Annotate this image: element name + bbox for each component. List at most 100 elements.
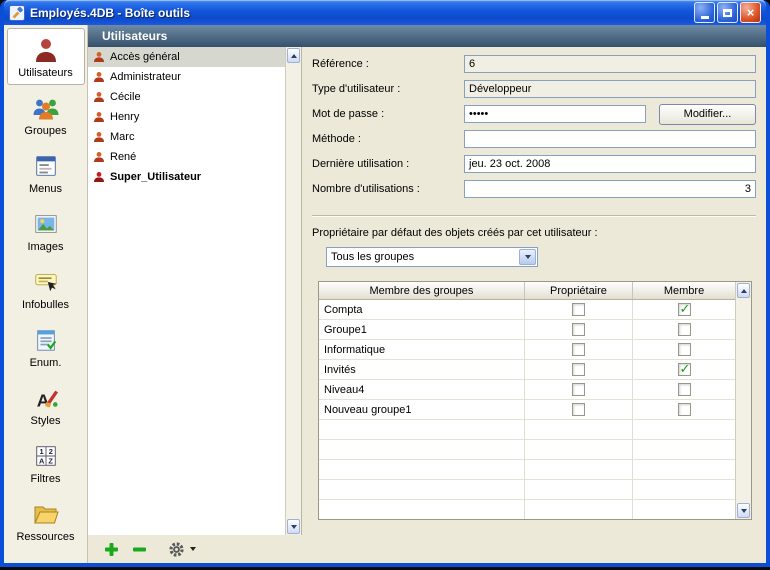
panel-title: Utilisateurs: [102, 29, 167, 43]
combo-dropdown-button[interactable]: [519, 249, 536, 265]
plus-icon: [104, 542, 119, 557]
empty-table-row: [319, 500, 735, 520]
user-list: Accès général Administrateur Cécile: [88, 47, 302, 535]
proprietaire-checkbox[interactable]: [572, 343, 585, 356]
folder-icon: [31, 499, 61, 529]
use-count-label: Nombre d'utilisations :: [312, 183, 464, 195]
chevron-down-icon: [525, 255, 531, 259]
reference-label: Référence :: [312, 58, 464, 70]
sidebar: Utilisateurs Groupes Menus Images: [4, 25, 88, 563]
membre-checkbox[interactable]: [678, 403, 691, 416]
sidebar-item-groupes[interactable]: Groupes: [7, 86, 85, 143]
minimize-icon: [701, 16, 709, 19]
table-row[interactable]: Niveau4: [319, 380, 735, 400]
table-row[interactable]: Invités: [319, 360, 735, 380]
add-user-button[interactable]: [104, 542, 119, 557]
membre-checkbox[interactable]: [678, 323, 691, 336]
proprietaire-checkbox[interactable]: [572, 303, 585, 316]
empty-table-row: [319, 460, 735, 480]
scroll-down-button[interactable]: [737, 503, 750, 518]
table-row[interactable]: Compta: [319, 300, 735, 320]
user-row[interactable]: Accès général: [88, 47, 285, 67]
remove-user-button[interactable]: [132, 542, 147, 557]
groups-table: Membre des groupes Propriétaire Membre C…: [318, 281, 752, 520]
membre-checkbox[interactable]: [678, 383, 691, 396]
user-type-label: Type d'utilisateur :: [312, 83, 464, 95]
user-icon: [93, 131, 105, 143]
password-field[interactable]: •••••: [464, 105, 646, 123]
user-type-field[interactable]: Développeur: [464, 80, 756, 98]
empty-table-row: [319, 440, 735, 460]
close-button[interactable]: ×: [740, 2, 761, 23]
user-icon: [93, 71, 105, 83]
groups-icon: [31, 93, 61, 123]
user-icon: [93, 151, 105, 163]
images-icon: [31, 209, 61, 239]
sidebar-item-enum[interactable]: Enum.: [7, 318, 85, 375]
user-row[interactable]: Super_Utilisateur: [88, 167, 285, 187]
proprietaire-checkbox[interactable]: [572, 403, 585, 416]
users-icon: [31, 35, 61, 65]
table-scrollbar[interactable]: [735, 282, 751, 519]
user-row[interactable]: Henry: [88, 107, 285, 127]
gear-icon: [168, 541, 185, 558]
sidebar-item-images[interactable]: Images: [7, 202, 85, 259]
minus-icon: [132, 542, 147, 557]
user-row[interactable]: Cécile: [88, 87, 285, 107]
tooltip-icon: [31, 267, 61, 297]
membre-checkbox[interactable]: [678, 303, 691, 316]
user-icon: [93, 111, 105, 123]
user-row[interactable]: René: [88, 147, 285, 167]
scroll-up-button[interactable]: [737, 283, 750, 298]
table-row[interactable]: Groupe1: [319, 320, 735, 340]
svg-text:2: 2: [48, 447, 52, 456]
user-row[interactable]: Marc: [88, 127, 285, 147]
method-label: Méthode :: [312, 133, 464, 145]
user-detail-form: Référence : 6 Type d'utilisateur : Dével…: [302, 47, 766, 535]
column-header-membre: Membre: [633, 282, 735, 299]
empty-table-row: [319, 420, 735, 440]
scroll-up-button[interactable]: [287, 48, 300, 63]
user-list-scrollbar[interactable]: [285, 47, 301, 535]
actions-menu-button[interactable]: [168, 541, 196, 558]
user-row[interactable]: Administrateur: [88, 67, 285, 87]
arrow-up-icon: [741, 289, 747, 293]
svg-text:1: 1: [39, 447, 43, 456]
proprietaire-checkbox[interactable]: [572, 323, 585, 336]
sidebar-item-styles[interactable]: A Styles: [7, 376, 85, 433]
default-owner-label: Propriétaire par défaut des objets créés…: [312, 227, 756, 239]
scroll-down-button[interactable]: [287, 519, 300, 534]
menus-icon: [31, 151, 61, 181]
app-window: Employés.4DB - Boîte outils × Utilisateu…: [0, 0, 770, 567]
use-count-field[interactable]: 3: [464, 180, 756, 198]
svg-text:Z: Z: [48, 456, 53, 465]
filters-icon: 12AZ: [31, 441, 61, 471]
reference-field[interactable]: 6: [464, 55, 756, 73]
sidebar-item-menus[interactable]: Menus: [7, 144, 85, 201]
arrow-up-icon: [291, 54, 297, 58]
column-header-groups: Membre des groupes: [319, 282, 525, 299]
last-use-field[interactable]: jeu. 23 oct. 2008: [464, 155, 756, 173]
table-row[interactable]: Informatique: [319, 340, 735, 360]
sidebar-item-utilisateurs[interactable]: Utilisateurs: [7, 28, 85, 85]
table-row[interactable]: Nouveau groupe1: [319, 400, 735, 420]
sidebar-item-filtres[interactable]: 12AZ Filtres: [7, 434, 85, 491]
modify-password-button[interactable]: Modifier...: [659, 104, 756, 125]
proprietaire-checkbox[interactable]: [572, 383, 585, 396]
proprietaire-checkbox[interactable]: [572, 363, 585, 376]
minimize-button[interactable]: [694, 2, 715, 23]
separator: [312, 215, 756, 217]
sidebar-item-ressources[interactable]: Ressources: [7, 492, 85, 549]
default-owner-select[interactable]: Tous les groupes: [326, 247, 538, 267]
svg-text:A: A: [39, 456, 45, 465]
membre-checkbox[interactable]: [678, 363, 691, 376]
chevron-down-icon: [190, 547, 196, 551]
method-field[interactable]: [464, 130, 756, 148]
table-header: Membre des groupes Propriétaire Membre: [319, 282, 735, 300]
sidebar-item-infobulles[interactable]: Infobulles: [7, 260, 85, 317]
membre-checkbox[interactable]: [678, 343, 691, 356]
styles-icon: A: [31, 383, 61, 413]
title-bar[interactable]: Employés.4DB - Boîte outils ×: [4, 0, 766, 25]
maximize-button[interactable]: [717, 2, 738, 23]
user-icon: [93, 171, 105, 183]
